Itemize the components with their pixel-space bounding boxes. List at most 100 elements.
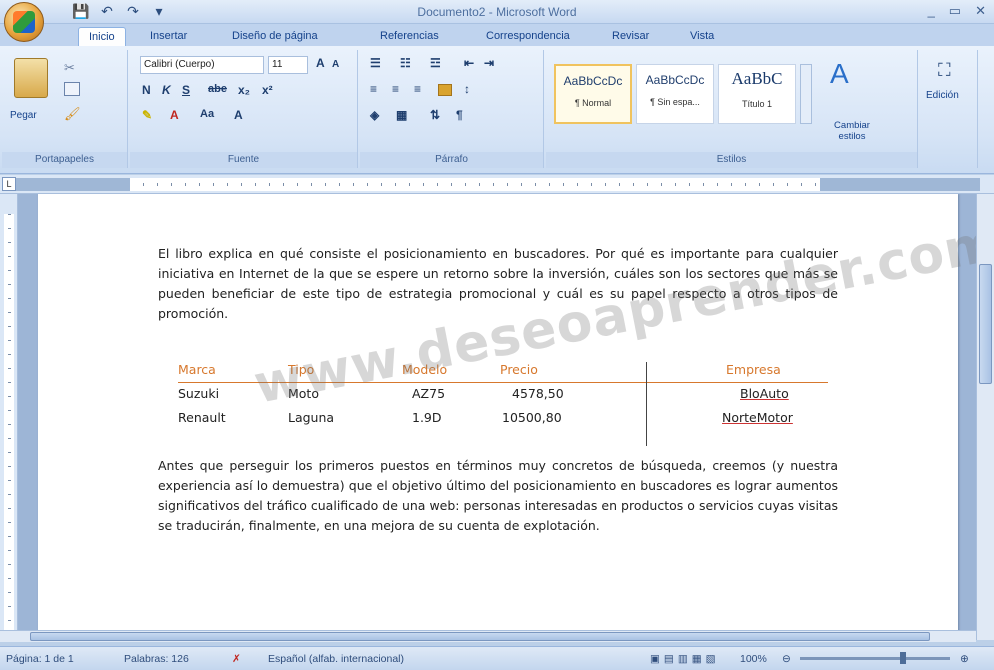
table-column-divider xyxy=(646,362,647,446)
horizontal-scroll-thumb[interactable] xyxy=(30,632,930,641)
paste-icon[interactable] xyxy=(14,58,48,98)
shading-icon[interactable]: ◈ xyxy=(370,108,379,122)
cell-precio: 4578,50 xyxy=(512,386,564,401)
style-titulo-1[interactable]: AaBbC Título 1 xyxy=(718,64,796,124)
shrink-font-button[interactable]: A xyxy=(332,59,339,70)
line-spacing-icon[interactable]: ↕ xyxy=(464,82,470,96)
tab-correspondencia[interactable]: Correspondencia xyxy=(476,27,580,46)
horizontal-ruler[interactable]: L xyxy=(0,175,994,194)
horizontal-scrollbar[interactable] xyxy=(0,630,976,642)
clear-format-icon[interactable]: A xyxy=(234,108,243,122)
styles-scroll[interactable] xyxy=(800,64,812,124)
cut-icon[interactable]: ✂ xyxy=(64,60,80,75)
cell-modelo: AZ75 xyxy=(412,386,446,401)
paragraph-label: Párrafo xyxy=(360,152,543,168)
strikethrough-button[interactable]: abe xyxy=(208,83,227,95)
style-sample: AaBbCcDc xyxy=(563,74,623,88)
cell-tipo: Moto xyxy=(288,386,319,401)
paragraph-2[interactable]: Antes que perseguir los primeros puestos… xyxy=(158,456,838,536)
vertical-ruler[interactable] xyxy=(0,194,18,640)
table-header-row: Marca Tipo Modelo Precio Empresa xyxy=(178,362,828,382)
zoom-slider[interactable] xyxy=(800,657,950,660)
tab-referencias[interactable]: Referencias xyxy=(370,27,449,46)
italic-button[interactable]: K xyxy=(162,83,171,97)
proofing-icon[interactable]: ✗ xyxy=(232,653,241,665)
sort-icon[interactable]: ⇅ xyxy=(430,108,440,122)
font-label: Fuente xyxy=(130,152,357,168)
window-title: Documento2 - Microsoft Word xyxy=(417,5,577,19)
bold-button[interactable]: N xyxy=(142,83,151,97)
view-buttons[interactable]: ▣▤▥▦▧ xyxy=(650,653,720,665)
paste-button[interactable]: Pegar xyxy=(10,110,37,121)
align-left-icon[interactable]: ≡ xyxy=(370,82,377,96)
style-sin-espaciado[interactable]: AaBbCcDc ¶ Sin espa... xyxy=(636,64,714,124)
numbering-icon[interactable]: ☷ xyxy=(400,56,411,70)
vertical-scroll-thumb[interactable] xyxy=(979,264,992,384)
copy-icon[interactable] xyxy=(64,82,80,96)
zoom-slider-knob[interactable] xyxy=(900,652,906,664)
header-empresa: Empresa xyxy=(726,362,781,377)
ribbon-tabs: Inicio Insertar Diseño de página Referen… xyxy=(0,24,994,46)
increase-indent-icon[interactable]: ⇥ xyxy=(484,56,494,70)
tab-vista[interactable]: Vista xyxy=(680,27,724,46)
table-row: Suzuki Moto AZ75 4578,50 BloAuto xyxy=(178,386,828,406)
maximize-button[interactable]: ▭ xyxy=(949,3,961,19)
subscript-button[interactable]: x₂ xyxy=(238,83,250,97)
minimize-button[interactable]: _ xyxy=(928,3,935,19)
binoculars-icon[interactable]: ⛶ xyxy=(938,60,951,81)
ribbon: Pegar ✂ 🖌 Portapapeles Calibri (Cuerpo) … xyxy=(0,46,994,174)
multilevel-list-icon[interactable]: ☲ xyxy=(430,56,441,70)
font-size-select[interactable]: 11 xyxy=(268,56,308,74)
align-center-icon[interactable]: ≡ xyxy=(392,82,399,96)
word-count[interactable]: Palabras: 126 xyxy=(124,653,189,665)
zoom-out-button[interactable]: ⊖ xyxy=(782,653,791,665)
close-button[interactable]: ✕ xyxy=(975,3,986,19)
tab-diseno-pagina[interactable]: Diseño de página xyxy=(222,27,328,46)
font-color-icon[interactable]: A xyxy=(170,108,179,122)
zoom-level[interactable]: 100% xyxy=(740,653,767,665)
change-styles-button[interactable]: Cambiar estilos xyxy=(822,120,882,142)
zoom-in-button[interactable]: ⊕ xyxy=(960,653,969,665)
tab-insertar[interactable]: Insertar xyxy=(140,27,197,46)
office-logo-icon xyxy=(13,11,35,33)
borders-icon[interactable]: ▦ xyxy=(396,108,407,122)
tab-inicio[interactable]: Inicio xyxy=(78,27,126,46)
decrease-indent-icon[interactable]: ⇤ xyxy=(464,56,474,70)
vertical-scrollbar[interactable] xyxy=(976,194,994,640)
underline-button[interactable]: S xyxy=(182,83,190,97)
bullets-icon[interactable]: ☰ xyxy=(370,56,381,70)
title-bar: 💾 ↶ ↷ ▾ Documento2 - Microsoft Word _ ▭ … xyxy=(0,0,994,42)
font-name-select[interactable]: Calibri (Cuerpo) xyxy=(140,56,264,74)
change-case-button[interactable]: Aa xyxy=(200,108,214,120)
tab-revisar[interactable]: Revisar xyxy=(602,27,659,46)
document-workspace: El libro explica en qué consiste el posi… xyxy=(18,194,976,640)
editing-button[interactable]: Edición xyxy=(926,90,959,101)
style-normal[interactable]: AaBbCcDc ¶ Normal xyxy=(554,64,632,124)
office-button[interactable] xyxy=(4,2,44,42)
show-marks-icon[interactable]: ¶ xyxy=(456,108,463,122)
cell-precio: 10500,80 xyxy=(502,410,562,425)
ruler-margin-right xyxy=(820,178,980,191)
document-page[interactable]: El libro explica en qué consiste el posi… xyxy=(38,194,976,640)
vertical-ruler-scale xyxy=(4,214,14,634)
change-styles-icon[interactable]: A xyxy=(830,58,849,90)
highlight-icon[interactable]: ✎ xyxy=(142,108,152,122)
header-marca: Marca xyxy=(178,362,216,377)
language[interactable]: Español (alfab. internacional) xyxy=(268,653,404,665)
style-name: ¶ Normal xyxy=(574,98,612,108)
justify-icon[interactable] xyxy=(438,84,452,96)
cell-marca: Suzuki xyxy=(178,386,220,401)
tab-stop-selector[interactable]: L xyxy=(2,177,16,191)
format-painter-icon[interactable]: 🖌 xyxy=(64,106,81,121)
paragraph-1[interactable]: El libro explica en qué consiste el posi… xyxy=(158,244,838,324)
clipboard-group: Pegar ✂ 🖌 Portapapeles xyxy=(2,50,128,168)
grow-font-button[interactable]: A xyxy=(316,56,325,70)
window-controls: _ ▭ ✕ xyxy=(928,3,986,19)
table-row: Renault Laguna 1.9D 10500,80 NorteMotor xyxy=(178,410,828,430)
align-right-icon[interactable]: ≡ xyxy=(414,82,421,96)
style-name: Título 1 xyxy=(741,99,772,109)
header-tipo: Tipo xyxy=(288,362,315,377)
page-count[interactable]: Página: 1 de 1 xyxy=(6,653,74,665)
header-underline xyxy=(178,382,828,383)
superscript-button[interactable]: x² xyxy=(262,83,273,97)
